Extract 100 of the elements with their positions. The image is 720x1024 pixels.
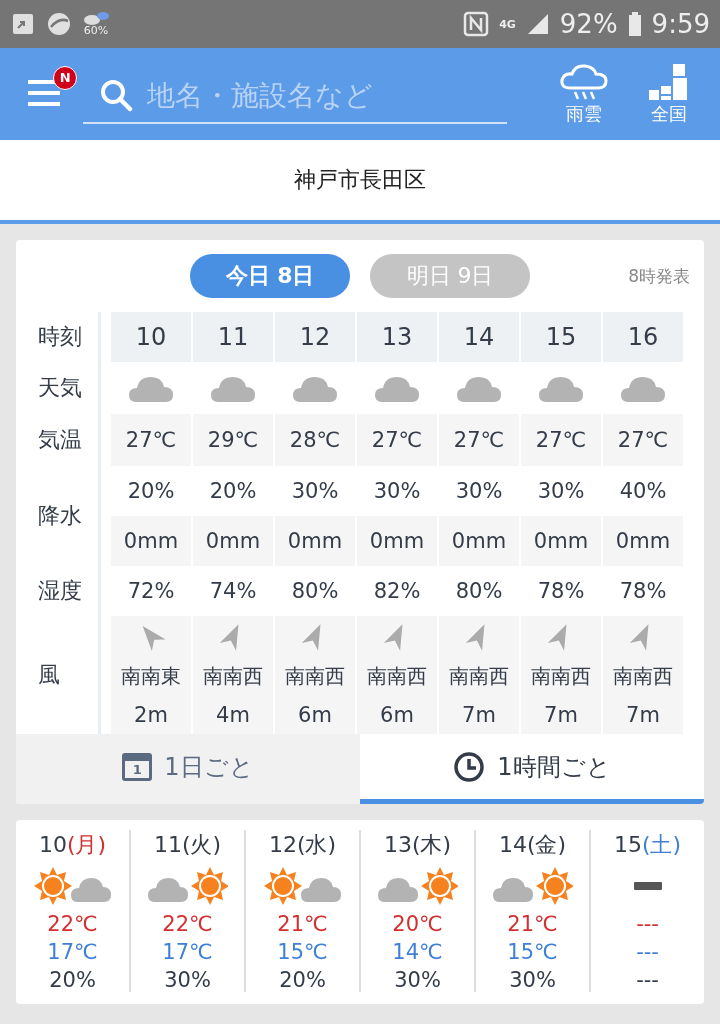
humidity-cell-text: 78% — [618, 578, 668, 605]
view-tab[interactable]: 1 1日ごと — [16, 734, 360, 804]
hour-cell: 11 — [193, 312, 273, 362]
precip-chance-cell-text: 40% — [618, 478, 668, 505]
temperature-cell: 27℃ — [603, 414, 683, 466]
wind-speed-cell: 2m — [111, 696, 191, 734]
day-date: 14(金) — [498, 831, 567, 859]
clock-icon — [453, 750, 486, 783]
nfc-icon — [463, 11, 490, 37]
location-name: 神戸市長田区 — [0, 140, 720, 224]
wind-direction-cell: 南南西 — [603, 656, 683, 696]
rain-cloud-button[interactable]: 雨雲 — [547, 62, 621, 126]
day-date: 13(木) — [383, 831, 452, 859]
humidity-cell-text: 82% — [372, 578, 422, 605]
calendar-icon: 1 — [122, 752, 153, 781]
precip-amount-cell: 0mm — [521, 516, 601, 566]
precip-chance: 30% — [394, 968, 441, 992]
humidity-cell-text: 80% — [454, 578, 504, 605]
search-input[interactable]: 地名・施設名など — [147, 78, 508, 112]
hour-cell: 16 — [603, 312, 683, 362]
hour-cell: 13 — [357, 312, 437, 362]
low-temperature: 17℃ — [47, 940, 98, 964]
wind-direction-cell: 南南西 — [193, 656, 273, 696]
sun-and-cloud-icon — [262, 866, 343, 906]
day-tab[interactable]: 明日 9日 — [370, 254, 530, 298]
wind-direction-cell: 南南西 — [275, 656, 355, 696]
wind-direction-cell: 南南東 — [111, 656, 191, 696]
wind-direction-cell: 南南西 — [357, 656, 437, 696]
row-label: 風 — [37, 661, 61, 689]
high-temperature: --- — [636, 912, 659, 936]
high-temperature: 21℃ — [507, 912, 558, 936]
row-label: 気温 — [37, 426, 83, 454]
temperature-cell: 27℃ — [111, 414, 191, 466]
humidity-cell-text: 72% — [126, 578, 176, 605]
issued-time: 8時発表 — [628, 264, 690, 288]
hour-cell: 15 — [521, 312, 601, 362]
hour-cell: 14 — [439, 312, 519, 362]
network-label: 4G — [499, 17, 516, 31]
cloud-and-sun-icon — [147, 866, 228, 906]
notification-badge: N — [53, 65, 78, 90]
precip-amount-cell: 0mm — [439, 516, 519, 566]
humidity-cell-text: 80% — [290, 578, 340, 605]
precip-chance: 20% — [279, 968, 326, 992]
wind-speed-cell: 6m — [357, 696, 437, 734]
row-label: 天気 — [37, 374, 83, 402]
wind-speed-cell: 7m — [521, 696, 601, 734]
low-temperature: 14℃ — [392, 940, 443, 964]
map-button[interactable]: 全国 — [632, 62, 706, 126]
temperature-cell: 27℃ — [521, 414, 601, 466]
precip-chance-cell-text: 30% — [536, 478, 586, 505]
low-temperature: 17℃ — [162, 940, 213, 964]
hour-cell: 12 — [275, 312, 355, 362]
wind-direction-cell: 南南西 — [521, 656, 601, 696]
high-temperature: 22℃ — [162, 912, 213, 936]
high-temperature: 20℃ — [392, 912, 443, 936]
day-date: 10(月) — [38, 831, 107, 859]
precip-amount-cell: 0mm — [111, 516, 191, 566]
temperature-cell: 27℃ — [439, 414, 519, 466]
temperature-cell: 29℃ — [193, 414, 273, 466]
precip-amount-cell: 0mm — [275, 516, 355, 566]
precip-chance: --- — [636, 968, 659, 992]
battery-icon — [627, 11, 642, 37]
weather-percent: 60% — [83, 25, 109, 37]
wind-speed-cell: 6m — [275, 696, 355, 734]
precip-chance-cell-text: 30% — [290, 478, 340, 505]
search-field[interactable]: 地名・施設名など — [83, 72, 508, 124]
precip-chance: 30% — [509, 968, 556, 992]
battery-percent: 92% — [559, 9, 618, 39]
row-label: 降水 — [37, 502, 83, 530]
precip-chance-cell-text: 30% — [372, 478, 422, 505]
clock-time: 9:59 — [651, 9, 710, 39]
low-temperature: 15℃ — [277, 940, 328, 964]
temperature-cell: 27℃ — [357, 414, 437, 466]
temperature-cell: 28℃ — [275, 414, 355, 466]
humidity-cell-text: 74% — [208, 578, 258, 605]
day-tab[interactable]: 今日 8日 — [190, 254, 350, 298]
wind-speed-cell: 4m — [193, 696, 273, 734]
precip-chance: 30% — [164, 968, 211, 992]
day-date: 15(土) — [613, 831, 682, 859]
precip-chance-cell-text: 20% — [208, 478, 258, 505]
day-date: 12(水) — [268, 831, 337, 859]
humidity-cell-text: 78% — [536, 578, 586, 605]
search-icon — [99, 78, 134, 112]
high-temperature: 22℃ — [47, 912, 98, 936]
row-label: 湿度 — [37, 577, 83, 605]
hour-cell: 10 — [111, 312, 191, 362]
cloud-and-sun-icon — [377, 866, 458, 906]
low-temperature: --- — [636, 940, 659, 964]
precip-amount-cell: 0mm — [603, 516, 683, 566]
wind-speed-cell: 7m — [603, 696, 683, 734]
precip-amount-cell: 0mm — [357, 516, 437, 566]
precip-chance: 20% — [49, 968, 96, 992]
precip-chance-cell-text: 20% — [126, 478, 176, 505]
high-temperature: 21℃ — [277, 912, 328, 936]
cloud-and-sun-icon — [492, 866, 573, 906]
weather-icon — [82, 11, 110, 25]
sun-and-cloud-icon — [32, 866, 113, 906]
no-data-dash-icon — [633, 882, 662, 890]
rain-cloud-icon — [557, 62, 610, 102]
wind-direction-cell: 南南西 — [439, 656, 519, 696]
